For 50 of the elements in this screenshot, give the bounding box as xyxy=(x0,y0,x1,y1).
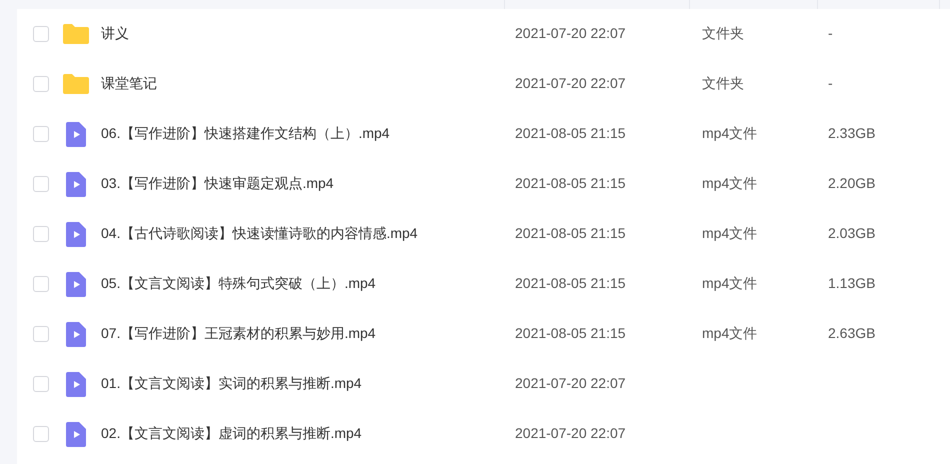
modified-date: 2021-07-20 22:07 xyxy=(515,425,626,441)
checkbox[interactable] xyxy=(33,226,49,242)
file-type: mp4文件 xyxy=(702,325,758,341)
file-type: mp4文件 xyxy=(702,175,758,191)
file-size: - xyxy=(828,75,833,91)
checkbox[interactable] xyxy=(33,326,49,342)
modified-date: 2021-07-20 22:07 xyxy=(515,25,626,41)
video-file-icon xyxy=(66,372,86,396)
file-name[interactable]: 04.【古代诗歌阅读】快速读懂诗歌的内容情感.mp4 xyxy=(101,225,418,241)
file-name[interactable]: 03.【写作进阶】快速审题定观点.mp4 xyxy=(101,175,334,191)
file-size: - xyxy=(828,25,833,41)
modified-date: 2021-08-05 21:15 xyxy=(515,275,626,291)
file-type: mp4文件 xyxy=(702,275,758,291)
modified-date: 2021-08-05 21:15 xyxy=(515,175,626,191)
video-file-icon xyxy=(66,222,86,246)
checkbox[interactable] xyxy=(33,176,49,192)
file-type: 文件夹 xyxy=(702,25,744,41)
checkbox[interactable] xyxy=(33,376,49,392)
file-name[interactable]: 讲义 xyxy=(101,25,129,41)
file-name[interactable]: 07.【写作进阶】王冠素材的积累与妙用.mp4 xyxy=(101,325,376,341)
file-size: 2.33GB xyxy=(828,125,876,141)
file-size: 2.03GB xyxy=(828,225,876,241)
video-file-icon xyxy=(66,172,86,196)
file-type: mp4文件 xyxy=(702,225,758,241)
file-size: 2.63GB xyxy=(828,325,876,341)
modified-date: 2021-08-05 21:15 xyxy=(515,125,626,141)
modified-date: 2021-08-05 21:15 xyxy=(515,325,626,341)
file-name[interactable]: 课堂笔记 xyxy=(101,75,157,91)
video-file-icon xyxy=(66,322,86,346)
folder-icon xyxy=(63,24,89,44)
file-name[interactable]: 01.【文言文阅读】实词的积累与推断.mp4 xyxy=(101,375,362,391)
file-size: 1.13GB xyxy=(828,275,876,291)
file-name[interactable]: 05.【文言文阅读】特殊句式突破（上）.mp4 xyxy=(101,275,376,291)
video-file-icon xyxy=(66,122,86,146)
file-type: mp4文件 xyxy=(702,125,758,141)
file-name[interactable]: 02.【文言文阅读】虚词的积累与推断.mp4 xyxy=(101,425,362,441)
checkbox[interactable] xyxy=(33,126,49,142)
file-type: 文件夹 xyxy=(702,75,744,91)
folder-icon xyxy=(63,74,89,94)
modified-date: 2021-08-05 21:15 xyxy=(515,225,626,241)
checkbox[interactable] xyxy=(33,26,49,42)
checkbox[interactable] xyxy=(33,76,49,92)
video-file-icon xyxy=(66,422,86,446)
modified-date: 2021-07-20 22:07 xyxy=(515,75,626,91)
file-name[interactable]: 06.【写作进阶】快速搭建作文结构（上）.mp4 xyxy=(101,125,390,141)
file-size: 2.20GB xyxy=(828,175,876,191)
modified-date: 2021-07-20 22:07 xyxy=(515,375,626,391)
checkbox[interactable] xyxy=(33,276,49,292)
checkbox[interactable] xyxy=(33,426,49,442)
video-file-icon xyxy=(66,272,86,296)
